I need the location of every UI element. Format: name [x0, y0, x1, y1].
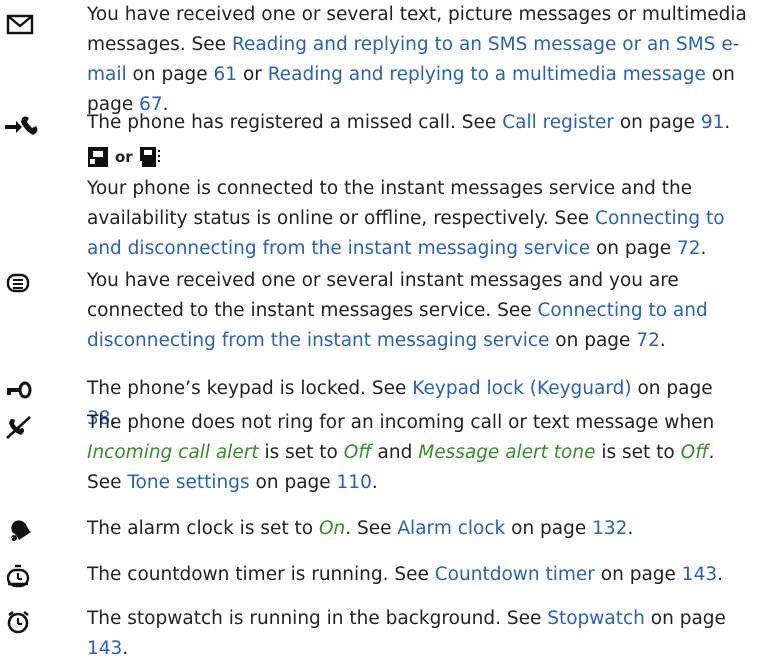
cross-reference-link[interactable]: 132	[592, 518, 627, 539]
body-text: The countdown timer is running. See	[87, 564, 435, 585]
body-text: on page	[505, 518, 593, 539]
entry-text: Your phone is connected to the instant m…	[87, 174, 747, 264]
body-text: and	[371, 442, 419, 463]
body-text: is set to	[595, 442, 681, 463]
or-label: or	[115, 148, 133, 166]
silent-icon	[4, 414, 38, 442]
body-text: .	[700, 238, 707, 259]
entry-text: The phone does not ring for an incoming …	[87, 408, 747, 498]
cross-reference-link[interactable]: Call register	[502, 112, 614, 133]
body-text: on page	[590, 238, 677, 259]
entry-text: The phone has registered a missed call. …	[87, 108, 747, 138]
body-text: on page	[631, 378, 713, 399]
entry-text: The countdown timer is running. See Coun…	[87, 560, 747, 590]
body-text: .	[717, 564, 723, 585]
entry-text: The alarm clock is set to On. See Alarm …	[87, 514, 747, 544]
setting-name: Off	[343, 442, 372, 463]
entry-text: You have received one or several instant…	[87, 266, 747, 356]
stopwatch-icon	[4, 608, 38, 636]
cross-reference-link[interactable]: Keypad lock (Keyguard)	[412, 378, 631, 399]
im-offline-icon	[139, 147, 160, 167]
body-text: . See	[345, 518, 398, 539]
body-text: on page	[613, 112, 701, 133]
missed-call-icon	[4, 112, 38, 140]
body-text: The phone does not ring for an incoming …	[87, 412, 715, 433]
body-text: The stopwatch is running in the backgrou…	[87, 608, 548, 629]
body-text: or	[237, 64, 268, 85]
body-text: The phone has registered a missed call. …	[87, 112, 503, 133]
body-text: .	[627, 518, 634, 539]
cross-reference-link[interactable]: Alarm clock	[397, 518, 505, 539]
cross-reference-link[interactable]: Reading and replying to a multimedia mes…	[268, 64, 706, 85]
countdown-timer-icon	[4, 562, 38, 590]
cross-reference-link[interactable]: Tone settings	[127, 472, 249, 493]
envelope-icon	[4, 12, 38, 40]
cross-reference-link[interactable]: 91	[701, 112, 725, 133]
cross-reference-link[interactable]: Countdown timer	[435, 564, 595, 585]
cross-reference-link[interactable]: 110	[337, 472, 372, 493]
cross-reference-link[interactable]: 61	[214, 64, 238, 85]
entry-text: The stopwatch is running in the backgrou…	[87, 604, 747, 664]
cross-reference-link[interactable]: Stopwatch	[547, 608, 645, 629]
body-text: .	[724, 112, 731, 133]
inline-icon-row: or	[87, 140, 747, 174]
cross-reference-link[interactable]: 72	[636, 330, 660, 351]
entry-text-block: or Your phone is connected to the instan…	[87, 140, 747, 264]
body-text: on page	[594, 564, 682, 585]
body-text: .	[659, 330, 666, 351]
setting-name: On	[318, 518, 346, 539]
body-text: on page	[644, 608, 726, 629]
im-online-icon	[88, 147, 108, 167]
cross-reference-link[interactable]: 143	[682, 564, 717, 585]
body-text: .	[371, 472, 378, 493]
body-text: .	[122, 638, 129, 659]
body-text: on page	[249, 472, 337, 493]
alarm-bell-icon	[4, 516, 38, 544]
setting-name: Off	[680, 442, 709, 463]
setting-name: Incoming call alert	[87, 442, 259, 463]
cross-reference-link[interactable]: 143	[87, 638, 122, 659]
setting-name: Message alert tone	[418, 442, 596, 463]
cross-reference-link[interactable]: 72	[677, 238, 701, 259]
entry-text: You have received one or several text, p…	[87, 0, 747, 120]
body-text: is set to	[258, 442, 344, 463]
body-text: on page	[549, 330, 637, 351]
body-text: The alarm clock is set to	[87, 518, 319, 539]
body-text: The phone’s keypad is locked. See	[87, 378, 413, 399]
instant-message-icon	[4, 270, 38, 298]
body-text: on page	[126, 64, 214, 85]
keypad-lock-icon	[4, 376, 38, 404]
